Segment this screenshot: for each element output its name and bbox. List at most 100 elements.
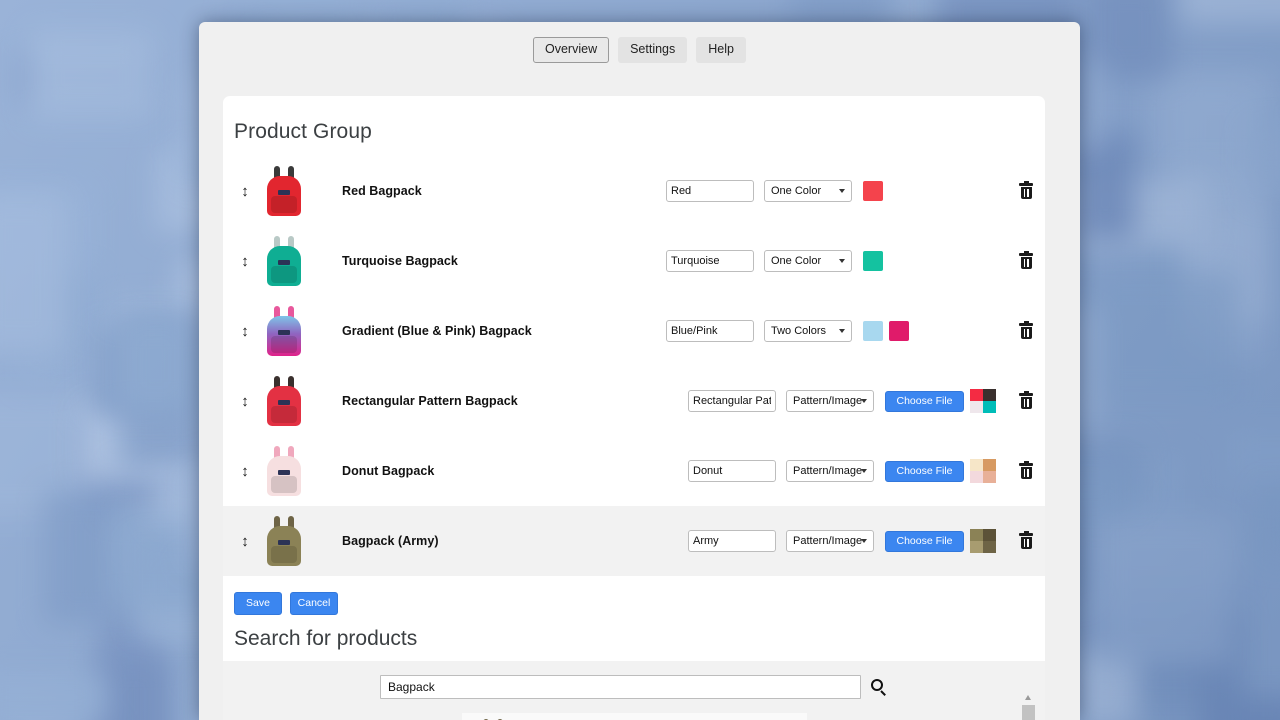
tab-overview[interactable]: Overview (533, 37, 609, 63)
product-tag-input[interactable] (688, 460, 776, 482)
color-swatch[interactable] (863, 321, 883, 341)
pattern-cell (970, 401, 983, 413)
tab-settings[interactable]: Settings (618, 37, 687, 63)
pattern-preview (970, 529, 996, 553)
scroll-up-arrow-icon[interactable] (1025, 695, 1031, 700)
delete-product-button[interactable] (1018, 182, 1034, 200)
pattern-cell (970, 541, 983, 553)
color-mode-select[interactable]: One Color (764, 180, 852, 202)
product-controls: Pattern/Image Choose File (688, 459, 1034, 483)
pattern-cell (983, 401, 996, 413)
product-controls: Pattern/Image Choose File (688, 529, 1034, 553)
product-thumbnail (258, 300, 310, 362)
drag-handle-icon[interactable]: ↕ (234, 464, 256, 479)
product-row: ↕ Red Bagpack One Color (223, 156, 1045, 226)
drag-handle-icon[interactable]: ↕ (234, 324, 256, 339)
color-mode-select[interactable]: Pattern/Image (786, 530, 874, 552)
product-thumbnail (258, 230, 310, 292)
choose-file-button[interactable]: Choose File (885, 461, 964, 482)
color-swatch[interactable] (863, 251, 883, 271)
color-swatches (863, 321, 911, 341)
color-mode-value: One Color (771, 255, 821, 267)
color-swatch[interactable] (889, 321, 909, 341)
delete-product-button[interactable] (1018, 462, 1034, 480)
product-row: ↕ Bagpack (Army) Pattern/Image Choose File (223, 506, 1045, 576)
pattern-cell (983, 541, 996, 553)
delete-product-button[interactable] (1018, 392, 1034, 410)
cancel-button[interactable]: Cancel (290, 592, 338, 615)
product-thumbnail (258, 160, 310, 222)
color-mode-value: Pattern/Image (793, 535, 862, 547)
product-row: ↕ Donut Bagpack Pattern/Image Choose File (223, 436, 1045, 506)
chevron-down-icon (861, 469, 867, 473)
color-mode-value: Pattern/Image (793, 465, 862, 477)
product-thumbnail (258, 370, 310, 432)
product-controls: One Color (666, 180, 1034, 202)
search-section-title: Search for products (234, 627, 1045, 651)
color-mode-select[interactable]: One Color (764, 250, 852, 272)
choose-file-button[interactable]: Choose File (885, 531, 964, 552)
drag-handle-icon[interactable]: ↕ (234, 254, 256, 269)
color-mode-value: One Color (771, 185, 821, 197)
color-mode-select[interactable]: Pattern/Image (786, 460, 874, 482)
pattern-cell (970, 389, 983, 401)
product-list: ↕Red BagpackOne Color↕Turquoise BagpackO… (223, 156, 1045, 576)
chevron-down-icon (861, 399, 867, 403)
color-mode-value: Pattern/Image (793, 395, 862, 407)
product-name: Red Bagpack (342, 184, 666, 198)
product-thumbnail (258, 440, 310, 502)
browser-window: Overview Settings Help Product Group ↕Re… (199, 22, 1080, 720)
product-row: ↕Turquoise BagpackOne Color (223, 226, 1045, 296)
product-name: Bagpack (Army) (342, 534, 688, 548)
product-tag-input[interactable] (666, 250, 754, 272)
product-row: ↕Rectangular Pattern BagpackPattern/Imag… (223, 366, 1045, 436)
search-panel: Bagpack (Army)BAG-006 (223, 661, 1045, 720)
color-swatches (863, 251, 911, 271)
delete-product-button[interactable] (1018, 322, 1034, 340)
product-row: ↕ Gradient (Blue & Pink) Bagpack Two Color… (223, 296, 1045, 366)
product-thumbnail (258, 510, 310, 572)
product-tag-input[interactable] (688, 390, 776, 412)
pattern-preview (970, 389, 996, 413)
form-actions: Save Cancel (234, 592, 1045, 615)
save-button[interactable]: Save (234, 592, 282, 615)
color-mode-select[interactable]: Pattern/Image (786, 390, 874, 412)
chevron-down-icon (839, 329, 845, 333)
chevron-down-icon (839, 189, 845, 193)
color-mode-value: Two Colors (771, 325, 826, 337)
product-tag-input[interactable] (666, 320, 754, 342)
product-tag-input[interactable] (666, 180, 754, 202)
product-name: Donut Bagpack (342, 464, 688, 478)
scrollbar-thumb[interactable] (1022, 705, 1035, 720)
product-controls: Two Colors (666, 320, 1034, 342)
product-controls: One Color (666, 250, 1034, 272)
pattern-cell (983, 459, 996, 471)
color-mode-select[interactable]: Two Colors (764, 320, 852, 342)
product-controls: Pattern/Image Choose File (688, 389, 1034, 413)
drag-handle-icon[interactable]: ↕ (234, 534, 256, 549)
results-scrollbar[interactable] (1022, 695, 1035, 720)
magnifier-icon[interactable] (871, 679, 888, 696)
delete-product-button[interactable] (1018, 532, 1034, 550)
color-swatches (863, 181, 911, 201)
search-input[interactable] (380, 675, 861, 699)
product-tag-input[interactable] (688, 530, 776, 552)
delete-product-button[interactable] (1018, 252, 1034, 270)
drag-handle-icon[interactable]: ↕ (234, 184, 256, 199)
content-card: Product Group ↕Red BagpackOne Color↕Turq… (223, 96, 1045, 720)
color-swatch[interactable] (863, 181, 883, 201)
product-name: Rectangular Pattern Bagpack (342, 394, 688, 408)
drag-handle-icon[interactable]: ↕ (234, 394, 256, 409)
chevron-down-icon (861, 539, 867, 543)
search-result-item[interactable]: Bagpack (Army)BAG-006 (462, 713, 807, 720)
pattern-cell (970, 529, 983, 541)
choose-file-button[interactable]: Choose File (885, 391, 964, 412)
pattern-cell (970, 459, 983, 471)
pattern-cell (970, 471, 983, 483)
tab-help[interactable]: Help (696, 37, 746, 63)
chevron-down-icon (839, 259, 845, 263)
pattern-cell (983, 471, 996, 483)
result-thumbnail (470, 716, 512, 720)
product-name: Gradient (Blue & Pink) Bagpack (342, 324, 666, 338)
pattern-cell (983, 389, 996, 401)
